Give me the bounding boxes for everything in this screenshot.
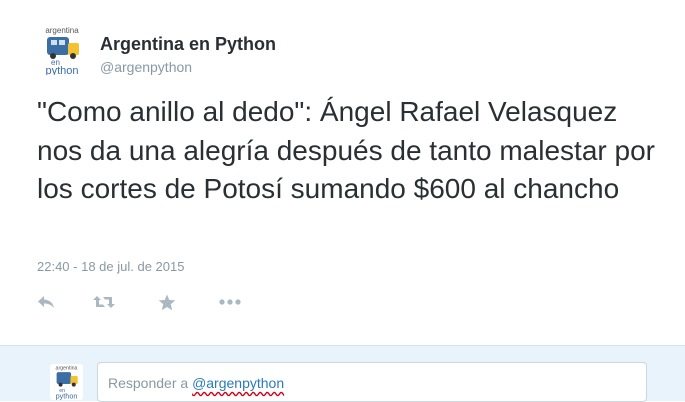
argentina-en-python-logo: argentina en python xyxy=(45,26,79,75)
reply-icon xyxy=(38,296,54,308)
logo-top-text: argentina xyxy=(45,26,79,35)
favorite-button[interactable] xyxy=(158,292,176,312)
more-icon xyxy=(219,299,241,305)
logo-small-bottom-text: python xyxy=(56,392,78,401)
avatar[interactable]: argentina en python xyxy=(37,25,87,75)
author-username[interactable]: @argenpython xyxy=(100,59,192,75)
argentina-en-python-logo-small: argentina en python xyxy=(56,365,78,401)
reply-avatar: argentina en python xyxy=(50,364,83,400)
reply-button[interactable] xyxy=(37,292,55,312)
more-button[interactable] xyxy=(219,292,241,312)
tweet-text: "Como anillo al dedo": Ángel Rafael Vela… xyxy=(37,96,655,204)
tweet-timestamp[interactable]: 22:40 - 18 de jul. de 2015 xyxy=(37,259,184,274)
logo-bottom-text: python xyxy=(45,65,78,75)
retweet-icon xyxy=(93,296,115,308)
reply-prefix: Responder a xyxy=(108,375,193,391)
reply-input[interactable]: Responder a @argenpython xyxy=(97,362,647,402)
author-fullname[interactable]: Argentina en Python xyxy=(100,34,276,55)
retweet-button[interactable] xyxy=(93,292,115,312)
star-icon xyxy=(158,294,176,310)
logo-small-top-text: argentina xyxy=(56,365,78,371)
tweet-card: argentina en python Argentina en Python … xyxy=(0,0,685,345)
tweet-actions xyxy=(37,292,257,312)
reply-handle: @argenpython xyxy=(192,375,285,391)
